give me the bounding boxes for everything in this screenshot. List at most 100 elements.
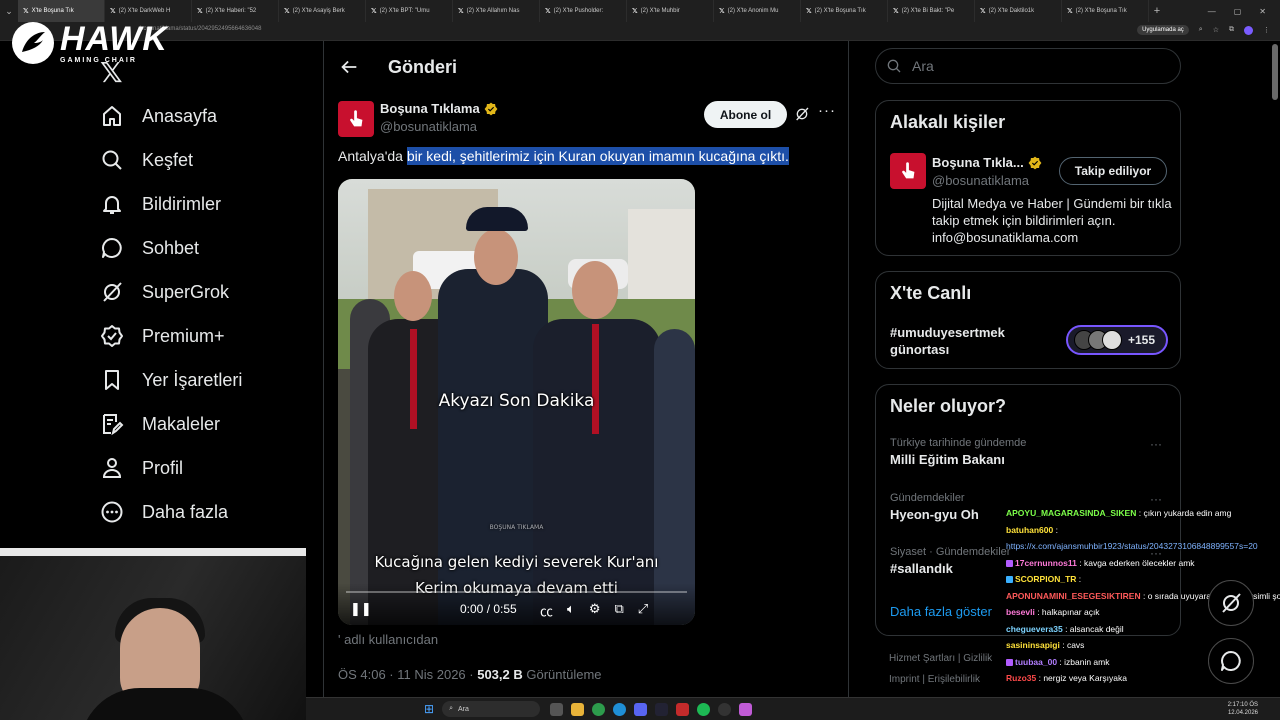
captions-icon[interactable]: ㏄	[540, 601, 553, 620]
chat-username: APOYU_MAGARASINDA_SIKEN	[1006, 508, 1137, 518]
back-arrow-icon[interactable]	[338, 56, 360, 78]
author-avatar[interactable]	[338, 101, 374, 137]
app-icon[interactable]	[739, 702, 753, 716]
taskbar-clock[interactable]: 2:17:10 ÖS 12.04.2026	[1228, 701, 1258, 717]
volume-icon[interactable]: 🔈︎	[567, 601, 575, 620]
browser-tab[interactable]: 𝕏 (2) X'te Pusholder:	[540, 0, 627, 22]
video-progress-bar[interactable]	[346, 591, 687, 593]
zoom-icon[interactable]: ⌕	[1199, 26, 1203, 34]
post-timestamp[interactable]: ÖS 4:06 · 11 Nis 2026 ·	[338, 667, 477, 682]
bookmark-star-icon[interactable]: ☆	[1213, 26, 1219, 34]
profile-icon[interactable]	[1244, 25, 1253, 35]
discord-icon[interactable]	[634, 702, 648, 716]
nav-item-more[interactable]: Daha fazla	[100, 490, 242, 534]
page-scrollbar[interactable]	[1272, 44, 1278, 100]
extensions-icon[interactable]: ⧉	[1229, 26, 1234, 34]
nav-item-articles[interactable]: Makaleler	[100, 402, 242, 446]
menu-icon[interactable]: ⋮	[1263, 26, 1270, 34]
following-button[interactable]: Takip ediliyor	[1059, 157, 1167, 185]
browser-tab[interactable]: 𝕏 (2) X'te Haberi: "52	[192, 0, 279, 22]
fullscreen-icon[interactable]: ⤢	[638, 601, 648, 620]
obs-icon[interactable]	[718, 702, 732, 716]
trend-item[interactable]: Türkiye tarihinde gündemde Milli Eğitim …	[890, 437, 1170, 467]
messages-fab-button[interactable]	[1208, 638, 1254, 684]
chat-text: : cavs	[1059, 640, 1085, 650]
browser-tab[interactable]: 𝕏 (2) X'te Boşuna Tık	[801, 0, 888, 22]
author-name[interactable]: Boşuna Tıklama	[380, 101, 498, 116]
pause-icon[interactable]: ❚❚	[350, 601, 372, 617]
nav-item-explore[interactable]: Keşfet	[100, 138, 242, 182]
chat-badge-icon	[1006, 576, 1013, 584]
open-in-app-button[interactable]: Uygulamada aç	[1137, 25, 1189, 35]
related-name-text: Boşuna Tıkla...	[932, 155, 1024, 170]
chat-icon	[102, 238, 122, 258]
browser-tab[interactable]: 𝕏 (2) X'te Asayiş Berk	[279, 0, 366, 22]
tab-list-button[interactable]: ⌄	[0, 0, 18, 22]
search-input[interactable]: Ara	[875, 48, 1181, 84]
related-handle[interactable]: @bosunatiklama	[932, 173, 1029, 188]
nav-item-home[interactable]: Anasayfa	[100, 94, 242, 138]
related-avatar[interactable]	[890, 153, 926, 189]
trend-more-icon[interactable]: ···	[1150, 437, 1162, 451]
task-view-icon[interactable]	[550, 702, 564, 716]
view-count-label: Görüntüleme	[522, 667, 602, 682]
clock-time: 2:17:10 ÖS	[1227, 702, 1258, 708]
grok-icon[interactable]	[794, 106, 810, 122]
nav-label: Premium+	[142, 325, 225, 346]
related-name[interactable]: Boşuna Tıkla...	[932, 155, 1042, 170]
chat-username: SCORPION_TR	[1015, 574, 1077, 584]
file-explorer-icon[interactable]	[571, 702, 585, 716]
tab-label: (2) X'te Pusholder:	[553, 8, 604, 14]
browser-tab[interactable]: 𝕏 X'te Boşuna Tık	[18, 0, 105, 22]
footer-links[interactable]: Imprint | Erişilebilirlik	[889, 674, 980, 685]
posted-by-note: ' adlı kullanıcıdan	[338, 632, 439, 647]
pip-icon[interactable]: ⧉	[614, 601, 623, 620]
browser-tab[interactable]: 𝕏 (2) X'te DarkWeb H	[105, 0, 192, 22]
live-space-title[interactable]: #umuduyesertmek günortası	[890, 324, 1040, 358]
subscribe-button[interactable]: Abone ol	[704, 101, 787, 128]
browser-tab[interactable]: 𝕏 (2) X'te BPT: "Umu	[366, 0, 453, 22]
spotify-icon[interactable]	[697, 702, 711, 716]
chrome-icon[interactable]	[592, 702, 606, 716]
nav-item-premium[interactable]: Premium+	[100, 314, 242, 358]
chat-text: : kavga ederken ölecekler amk	[1076, 557, 1195, 568]
post-header: Gönderi	[324, 41, 848, 93]
verified-badge-icon	[484, 102, 498, 115]
column-divider	[323, 41, 324, 720]
more-circle-icon	[101, 501, 123, 523]
maximize-button[interactable]: ▢	[1234, 7, 1242, 16]
browser-tab[interactable]: 𝕏 (2) X'te Daktilo1k	[975, 0, 1062, 22]
nav-item-chat[interactable]: Sohbet	[100, 226, 242, 270]
show-more-link[interactable]: Daha fazla göster	[890, 604, 992, 619]
chat-message: 17cernunnos11 : kavga ederken ölecekler …	[1006, 555, 1278, 572]
post-video[interactable]: Akyazı Son Dakika BOŞUNA TIKLAMA Kucağın…	[338, 179, 695, 625]
new-tab-button[interactable]: +	[1149, 5, 1165, 17]
nav-item-supergrok[interactable]: SuperGrok	[100, 270, 242, 314]
chat-link[interactable]: https://x.com/ajansmuhbir1923/status/204…	[1006, 541, 1258, 551]
footer-links[interactable]: Hizmet Şartları | Gizlilik	[889, 653, 992, 664]
grok-fab-button[interactable]	[1208, 580, 1254, 626]
close-window-button[interactable]: ✕	[1259, 7, 1266, 16]
browser-tab[interactable]: 𝕏 (2) X'te Muhbir	[627, 0, 714, 22]
browser-tab[interactable]: 𝕏 (2) X'te Anonim Mu	[714, 0, 801, 22]
browser-tab[interactable]: 𝕏 (2) X'te Bi Bakt: "Pe	[888, 0, 975, 22]
logo-sub-text: GAMING CHAIR	[60, 57, 137, 64]
author-handle[interactable]: @bosunatiklama	[380, 119, 477, 134]
edge-icon[interactable]	[613, 702, 627, 716]
windows-start-icon[interactable]: ⊞	[424, 702, 434, 716]
steam-icon[interactable]	[655, 702, 669, 716]
minimize-button[interactable]: —	[1208, 7, 1216, 16]
app-icon[interactable]	[676, 702, 690, 716]
nav-item-notifications[interactable]: Bildirimler	[100, 182, 242, 226]
taskbar-search[interactable]: ⌕ Ara	[442, 701, 541, 717]
settings-icon[interactable]: ⚙	[589, 601, 601, 620]
post-author-row: Boşuna Tıklama @bosunatiklama Abone ol ·…	[338, 99, 838, 139]
browser-tab[interactable]: 𝕏 (2) X'te Boşuna Tık	[1062, 0, 1149, 22]
browser-tab[interactable]: 𝕏 (2) X'te Allahım Nas	[453, 0, 540, 22]
post-more-options-icon[interactable]: ···	[818, 102, 836, 119]
nav-item-profile[interactable]: Profil	[100, 446, 242, 490]
chat-text: : nergiz veya Karşıyaka	[1036, 673, 1127, 683]
live-listeners-pill[interactable]: +155	[1066, 325, 1168, 355]
nav-item-bookmarks[interactable]: Yer İşaretleri	[100, 358, 242, 402]
trend-more-icon[interactable]: ···	[1150, 492, 1162, 506]
